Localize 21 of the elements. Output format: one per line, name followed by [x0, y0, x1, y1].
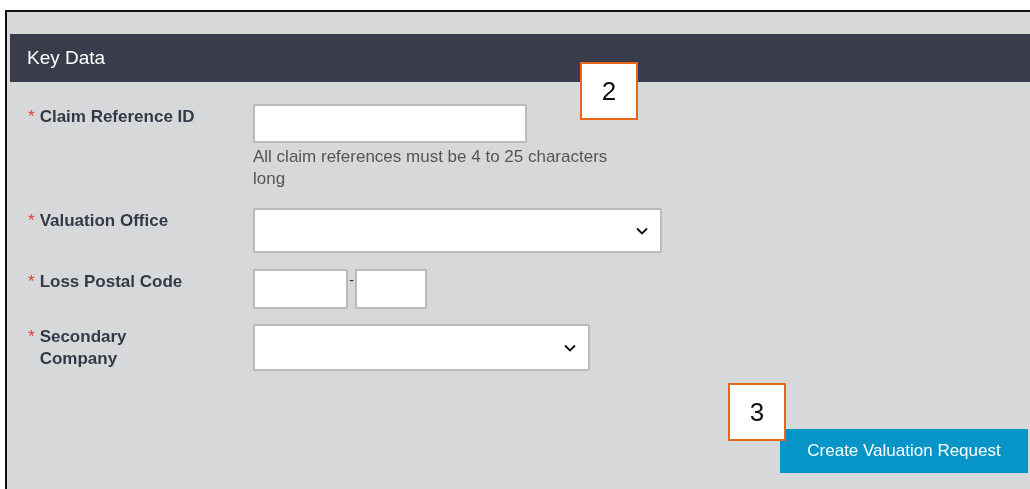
postal-code-field[interactable]	[355, 269, 427, 309]
chevron-down-icon	[636, 226, 648, 235]
required-asterisk: *	[28, 210, 35, 232]
section-title: Key Data	[27, 45, 106, 70]
dash-separator: -	[348, 273, 355, 287]
text-field[interactable]	[253, 104, 527, 143]
dropdown-field[interactable]	[253, 324, 590, 371]
field-label: Valuation Office	[39, 210, 169, 232]
chevron-down-icon	[564, 343, 576, 352]
required-asterisk: *	[28, 271, 35, 293]
step-callout: 3	[728, 383, 786, 441]
field-label: Secondary Company	[39, 326, 128, 370]
required-asterisk: *	[28, 106, 35, 128]
postal-code-field[interactable]	[253, 269, 348, 309]
required-asterisk: *	[28, 326, 35, 348]
create-request-button[interactable]: Create Valuation Request	[780, 429, 1028, 473]
field-label: Loss Postal Code	[39, 271, 183, 293]
hint-text: All claim references must be 4 to 25 characters long	[253, 146, 609, 190]
step-callout: 2	[580, 62, 638, 120]
field-label: Claim Reference ID	[39, 106, 195, 128]
dropdown-field[interactable]	[253, 208, 662, 253]
